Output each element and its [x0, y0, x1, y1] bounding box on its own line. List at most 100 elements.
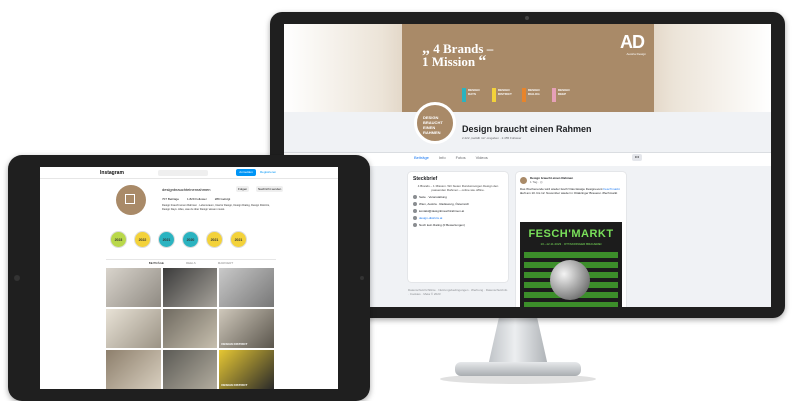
page-profile-picture[interactable]: DESIGN BRAUCHT EINEN RAHMEN	[414, 102, 456, 144]
intro-card-title: Steckbrief	[413, 176, 438, 182]
post-thumbnail-caption: DESIGN DISTRICT	[221, 342, 248, 346]
page-tabs: Beiträge Info Fotos Videos	[414, 155, 488, 160]
tab-videos[interactable]: Videos	[476, 155, 488, 160]
info-row-text: kontakt@designbrauchtrahmen.at	[419, 209, 465, 213]
post-thumbnail[interactable]	[106, 309, 161, 348]
info-row-text: design-districts.at	[419, 216, 443, 220]
instagram-logo[interactable]: Instagram	[100, 170, 124, 176]
monitor-stand-base	[455, 362, 581, 376]
post-header: Design braucht einen Rahmen 1 Tag · ◎	[520, 176, 622, 184]
message-button[interactable]: Nachricht senden	[256, 186, 284, 192]
highlight-cover: 2021	[230, 231, 247, 248]
monitor-stand-neck	[488, 318, 548, 366]
post-thumbnail[interactable]	[162, 309, 218, 348]
cover-brand-tiles: DESIGN DAYS DESIGN DISTRICT DESIGN DIALOG D…	[462, 88, 576, 102]
tab-posts[interactable]: BEITRÄGE	[149, 260, 164, 267]
post-grid: DESIGN DISTRICT DESIGN DISTRICT	[106, 268, 274, 389]
post-thumbnail[interactable]: DESIGN DISTRICT	[219, 309, 274, 348]
post-thumbnail[interactable]: DESIGN DISTRICT	[219, 350, 274, 389]
profile-bio: Design braucht einen Rahmen · Lebensraum…	[162, 204, 270, 211]
tab-info[interactable]: Info	[439, 155, 446, 160]
posts-count: 707 Beiträge	[162, 197, 180, 201]
highlight-cover: 2022	[134, 231, 151, 248]
login-button[interactable]: Anmelden	[236, 169, 256, 176]
signup-link[interactable]: Registrieren	[260, 169, 276, 176]
intro-description: 4 Brands – 1 Mission. Wir bieten Rundums…	[417, 184, 499, 192]
brand-tile: DESIGN DISTRICT	[492, 88, 516, 102]
highlight-cover: 2021	[158, 231, 175, 248]
post-thumbnail[interactable]	[219, 268, 274, 307]
post-thumbnail-caption: DESIGN DISTRICT	[221, 383, 248, 387]
profile-stats: 707 Beiträge 1.829 Follower 289 Gefolgt	[162, 197, 230, 201]
post-thumbnail[interactable]	[162, 350, 218, 389]
quote-close: “	[478, 53, 487, 70]
post-thumbnail[interactable]	[106, 350, 161, 389]
info-row-category: Seite · Veranstaltung	[413, 195, 503, 199]
brand-tile-swatch	[552, 88, 556, 102]
post-thumbnail[interactable]	[106, 268, 161, 307]
info-row-text: Seite · Veranstaltung	[419, 195, 447, 199]
page-follower-meta: 2.222 „Gefällt mir“-Angaben · 2.455 Foll…	[462, 136, 522, 140]
mail-icon	[413, 209, 417, 213]
profile-picture-text: DESIGN BRAUCHT EINEN RAHMEN	[423, 115, 443, 135]
intro-info-list: Seite · Veranstaltung Wien, Austria · Ra…	[413, 195, 503, 227]
globe-icon	[413, 216, 417, 220]
poster-date: 10.–12.11.2023 · OTTAKRINGER BRAUEREI	[540, 242, 602, 246]
tab-photos[interactable]: Fotos	[456, 155, 466, 160]
frame-logo-icon	[125, 194, 135, 204]
brand-tile-swatch	[462, 88, 466, 102]
facebook-cover-photo: „ 4 Brands – 1 Mission “ AD Austria Desi…	[284, 24, 771, 112]
intro-card: Steckbrief 4 Brands – 1 Mission. Wir bie…	[408, 172, 508, 282]
story-highlights: 2023 2022 2021 2020 2021 2021	[110, 231, 247, 248]
headline-line-2: 1 Mission	[422, 54, 476, 69]
profile-handle: designbrauchteinenrahmen	[162, 187, 211, 192]
followers-count[interactable]: 1.829 Follower	[187, 197, 207, 201]
star-icon	[413, 223, 417, 227]
cover-headline: „ 4 Brands – 1 Mission “	[422, 41, 493, 70]
post-card: Design braucht einen Rahmen 1 Tag · ◎ Da…	[516, 172, 626, 307]
post-text: Das Wochenende wird wieder fesch! Das lä…	[520, 187, 622, 195]
post-text-end: läuft am 10. bis 12. November wieder in …	[520, 191, 618, 195]
disco-ball-image	[550, 260, 590, 300]
profile-tabs: BEITRÄGE REELS MARKIERT	[106, 259, 276, 267]
story-highlight[interactable]: 2023	[110, 231, 127, 248]
brand-tile-label: DESIGN DAYS	[468, 88, 480, 96]
story-highlight[interactable]: 2020	[182, 231, 199, 248]
location-icon	[413, 202, 417, 206]
story-highlight[interactable]: 2021	[206, 231, 223, 248]
poster-title: FESCH'MARKT	[528, 228, 614, 240]
brand-tile: DESIGN DEEP	[552, 88, 576, 102]
follow-button[interactable]: Folgen	[236, 186, 250, 192]
instagram-profile-screen: Instagram Anmelden Registrieren designbr…	[40, 167, 338, 389]
post-thumbnail[interactable]	[162, 268, 218, 307]
info-row-email[interactable]: kontakt@designbrauchtrahmen.at	[413, 209, 503, 213]
page-title: Design braucht einen Rahmen	[462, 124, 592, 134]
search-input[interactable]	[158, 170, 208, 176]
post-author-avatar[interactable]	[520, 176, 527, 184]
brand-tile: DESIGN DIALOG	[522, 88, 546, 102]
info-icon	[413, 195, 417, 199]
brand-tile-label: DESIGN DIALOG	[528, 88, 540, 96]
instagram-top-bar: Instagram Anmelden Registrieren	[40, 167, 338, 179]
brand-tile-swatch	[522, 88, 526, 102]
tab-tagged[interactable]: MARKIERT	[218, 260, 233, 267]
tab-posts[interactable]: Beiträge	[414, 155, 429, 160]
brand-tile-label: DESIGN DISTRICT	[498, 88, 512, 96]
info-row-rating: Noch kein Rating (0 Bewertungen)	[413, 223, 503, 227]
tab-reels[interactable]: REELS	[186, 260, 196, 267]
brand-logo: AD	[620, 32, 645, 52]
story-highlight[interactable]: 2022	[134, 231, 151, 248]
more-options-button[interactable]: •••	[632, 154, 642, 161]
story-highlight[interactable]: 2021	[230, 231, 247, 248]
tablet-camera	[14, 275, 20, 281]
brand-tile-swatch	[492, 88, 496, 102]
story-highlight[interactable]: 2021	[158, 231, 175, 248]
profile-avatar[interactable]	[116, 185, 146, 215]
info-row-text: Wien, Austria · Radiowerg, Österreich	[419, 202, 470, 206]
following-count[interactable]: 289 Gefolgt	[215, 197, 231, 201]
highlight-cover: 2020	[182, 231, 199, 248]
device-mockup-scene: „ 4 Brands – 1 Mission “ AD Austria Desi…	[0, 0, 793, 401]
tablet-home-dot	[360, 276, 364, 280]
info-row-website[interactable]: design-districts.at	[413, 216, 503, 220]
post-image[interactable]: FESCH'MARKT 10.–12.11.2023 · OTTAKRINGER…	[520, 222, 622, 307]
